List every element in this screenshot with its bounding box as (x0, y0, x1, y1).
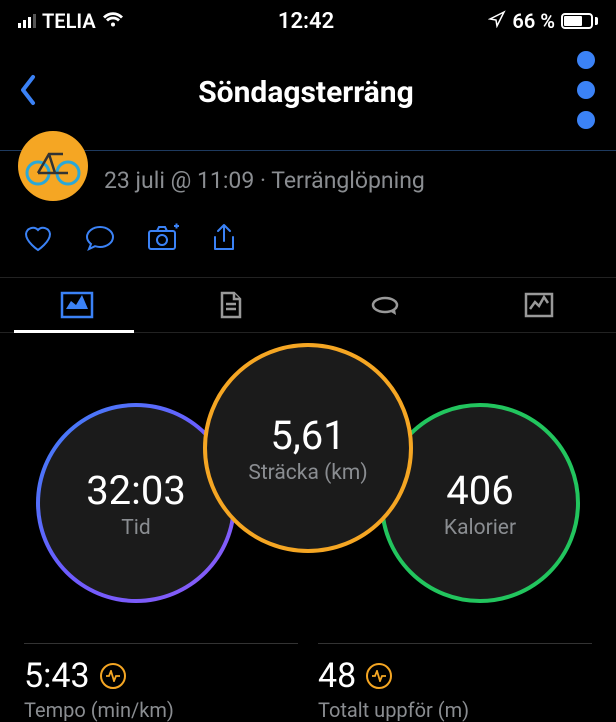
circle-distance: 5,61 Sträcka (km) (203, 343, 413, 553)
photo-button[interactable] (146, 223, 180, 259)
pulse-icon (100, 663, 126, 689)
bicycle-icon (25, 146, 81, 186)
back-button[interactable] (18, 73, 38, 111)
tab-stats[interactable] (0, 291, 154, 319)
distance-value: 5,61 (270, 412, 345, 459)
share-button[interactable] (210, 223, 238, 259)
wifi-icon (102, 9, 124, 33)
tab-laps[interactable] (308, 292, 462, 318)
document-icon (217, 290, 245, 320)
chevron-left-icon (18, 73, 38, 107)
status-right: 66 % (488, 9, 598, 33)
comment-icon (84, 223, 116, 253)
battery-pct: 66 % (512, 9, 555, 33)
pace-value: 5:43 (24, 656, 90, 696)
battery-icon (561, 13, 598, 29)
like-button[interactable] (22, 223, 54, 259)
pace-label: Tempo (min/km) (24, 698, 298, 722)
camera-plus-icon (146, 223, 180, 253)
summary-circles: 32:03 Tid 406 Kalorier 5,61 Sträcka (km) (0, 343, 616, 633)
page-title: Söndagsterräng (198, 75, 414, 110)
calories-value: 406 (446, 467, 513, 514)
pulse-icon (366, 663, 392, 689)
nav-bar: Söndagsterräng (0, 38, 616, 150)
stats-grid: 5:43 Tempo (min/km) 48 Totalt uppför (m) (0, 633, 616, 722)
comment-button[interactable] (84, 223, 116, 259)
more-vertical-icon (574, 48, 598, 132)
signal-bars-icon (18, 14, 36, 28)
location-icon (488, 9, 506, 33)
heart-icon (22, 223, 54, 253)
time-label: Tid (121, 516, 150, 540)
tab-indicator (14, 330, 134, 333)
tab-notes[interactable] (154, 290, 308, 320)
avatar[interactable] (18, 131, 88, 201)
more-button[interactable] (574, 48, 598, 136)
distance-label: Sträcka (km) (248, 461, 367, 485)
stat-pace: 5:43 Tempo (min/km) (24, 643, 298, 722)
carrier-label: TELIA (42, 9, 96, 33)
status-left: TELIA (18, 9, 124, 33)
clock: 12:42 (278, 9, 334, 34)
calories-label: Kalorier (444, 516, 516, 540)
ascent-label: Totalt uppför (m) (318, 698, 592, 722)
ascent-value: 48 (318, 656, 356, 696)
stat-ascent: 48 Totalt uppför (m) (318, 643, 592, 722)
activity-meta: 23 juli @ 11:09 · Terränglöpning (104, 167, 425, 194)
activity-header: 23 juli @ 11:09 · Terränglöpning (0, 151, 616, 219)
loop-icon (367, 292, 403, 318)
share-icon (210, 223, 238, 255)
action-row (0, 219, 616, 277)
time-value: 32:03 (86, 467, 186, 514)
tab-chart[interactable] (462, 291, 616, 319)
chart-icon (523, 291, 555, 319)
stats-flag-icon (60, 291, 94, 319)
tab-bar (0, 277, 616, 333)
status-bar: TELIA 12:42 66 % (0, 0, 616, 38)
